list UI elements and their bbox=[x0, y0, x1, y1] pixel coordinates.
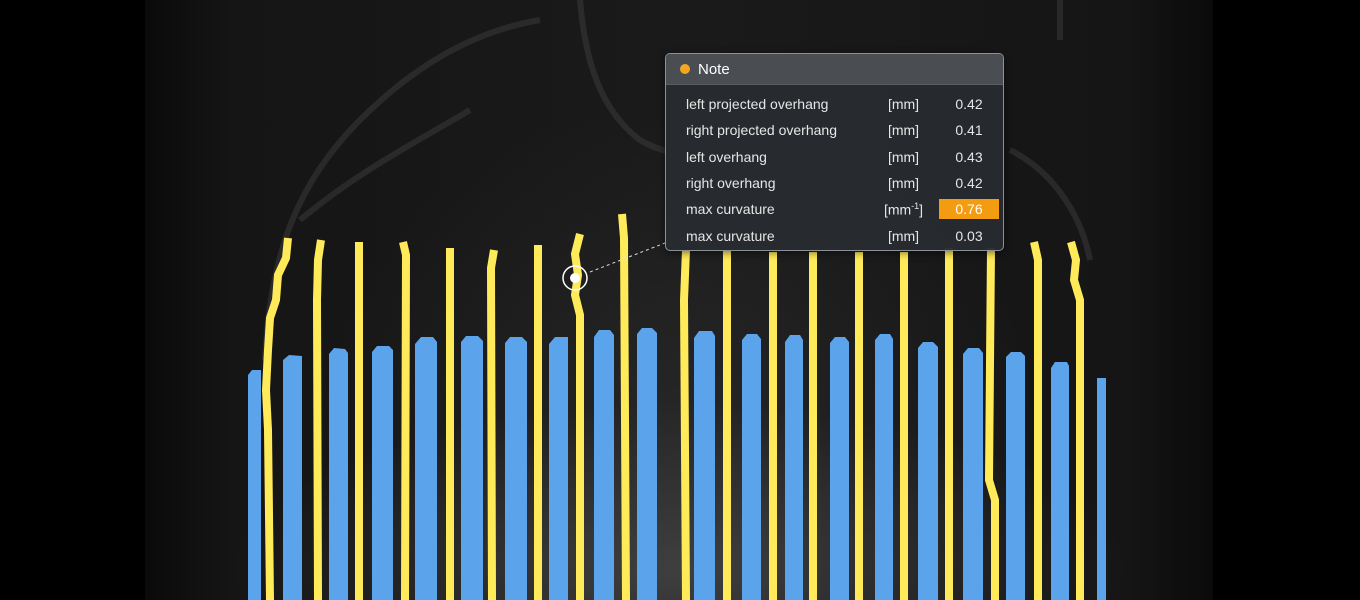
unit-exponent: -1 bbox=[911, 201, 920, 211]
blue-segment bbox=[549, 337, 568, 600]
blue-segment bbox=[283, 355, 302, 600]
yellow-boundary bbox=[985, 247, 999, 600]
yellow-boundary bbox=[399, 241, 410, 600]
measurement-unit: [mm] bbox=[887, 227, 920, 244]
blue-segment bbox=[594, 330, 614, 600]
measurement-label: max curvature bbox=[686, 201, 775, 218]
measurement-row: right projected overhang [mm] 0.41 bbox=[666, 117, 1003, 143]
blue-segment bbox=[248, 370, 261, 600]
blue-segment bbox=[329, 348, 348, 600]
blue-segment bbox=[918, 342, 938, 600]
blue-segment bbox=[637, 328, 657, 600]
yellow-boundary bbox=[680, 249, 690, 600]
blue-segment bbox=[1097, 378, 1106, 600]
measurement-value: 0.43 bbox=[955, 148, 983, 165]
measurement-label: left overhang bbox=[686, 148, 767, 165]
measurement-value: 0.41 bbox=[955, 122, 983, 139]
yellow-boundary bbox=[1067, 240, 1084, 600]
blue-segment bbox=[1051, 362, 1069, 600]
blue-segment bbox=[694, 331, 715, 600]
blue-segment bbox=[415, 337, 437, 600]
measurement-table: left projected overhang [mm] 0.42 right … bbox=[666, 85, 1003, 249]
measurement-unit: [mm] bbox=[887, 148, 920, 165]
measurement-row: max curvature [mm] 0.03 bbox=[666, 222, 1003, 248]
blue-segment bbox=[742, 334, 761, 600]
measurement-value: 0.03 bbox=[955, 227, 983, 244]
measurement-row: left overhang [mm] 0.43 bbox=[666, 144, 1003, 170]
blue-segments bbox=[248, 328, 1106, 600]
blue-segment bbox=[875, 334, 893, 600]
measurement-value: 0.42 bbox=[955, 96, 983, 113]
measurement-unit: [mm-1] bbox=[876, 201, 931, 218]
measurement-unit: [mm] bbox=[887, 96, 920, 113]
blue-segment bbox=[461, 336, 483, 600]
measurement-label: right projected overhang bbox=[686, 122, 837, 139]
measurement-row: right overhang [mm] 0.42 bbox=[666, 170, 1003, 196]
measurement-row: max curvature [mm-1] 0.76 bbox=[666, 196, 1003, 222]
blue-segment bbox=[830, 337, 849, 600]
note-title: Note bbox=[698, 60, 730, 78]
yellow-boundary bbox=[487, 249, 498, 600]
measurement-unit: [mm] bbox=[887, 122, 920, 139]
blue-segment bbox=[963, 348, 983, 600]
unit-close: ] bbox=[919, 201, 924, 218]
measurement-value-highlighted: 0.76 bbox=[939, 199, 999, 220]
yellow-boundary bbox=[313, 239, 325, 600]
note-header: Note bbox=[666, 54, 1003, 85]
measurement-row: left projected overhang [mm] 0.42 bbox=[666, 91, 1003, 117]
blue-segment bbox=[372, 346, 393, 600]
measurement-label: right overhang bbox=[686, 175, 776, 192]
blue-segment bbox=[505, 337, 527, 600]
measurement-unit: [mm] bbox=[887, 175, 920, 192]
yellow-boundary bbox=[1030, 241, 1042, 600]
note-panel: Note left projected overhang [mm] 0.42 r… bbox=[665, 53, 1004, 251]
blue-segment bbox=[785, 335, 803, 600]
measurement-value: 0.42 bbox=[955, 175, 983, 192]
image-viewport[interactable]: Note left projected overhang [mm] 0.42 r… bbox=[0, 0, 1360, 600]
unit-base: [mm bbox=[883, 201, 912, 218]
measurement-label: left projected overhang bbox=[686, 96, 829, 113]
blue-segment bbox=[1006, 352, 1025, 600]
status-dot-icon bbox=[680, 64, 690, 74]
measurement-label: max curvature bbox=[686, 227, 775, 244]
yellow-boundary bbox=[618, 213, 630, 600]
